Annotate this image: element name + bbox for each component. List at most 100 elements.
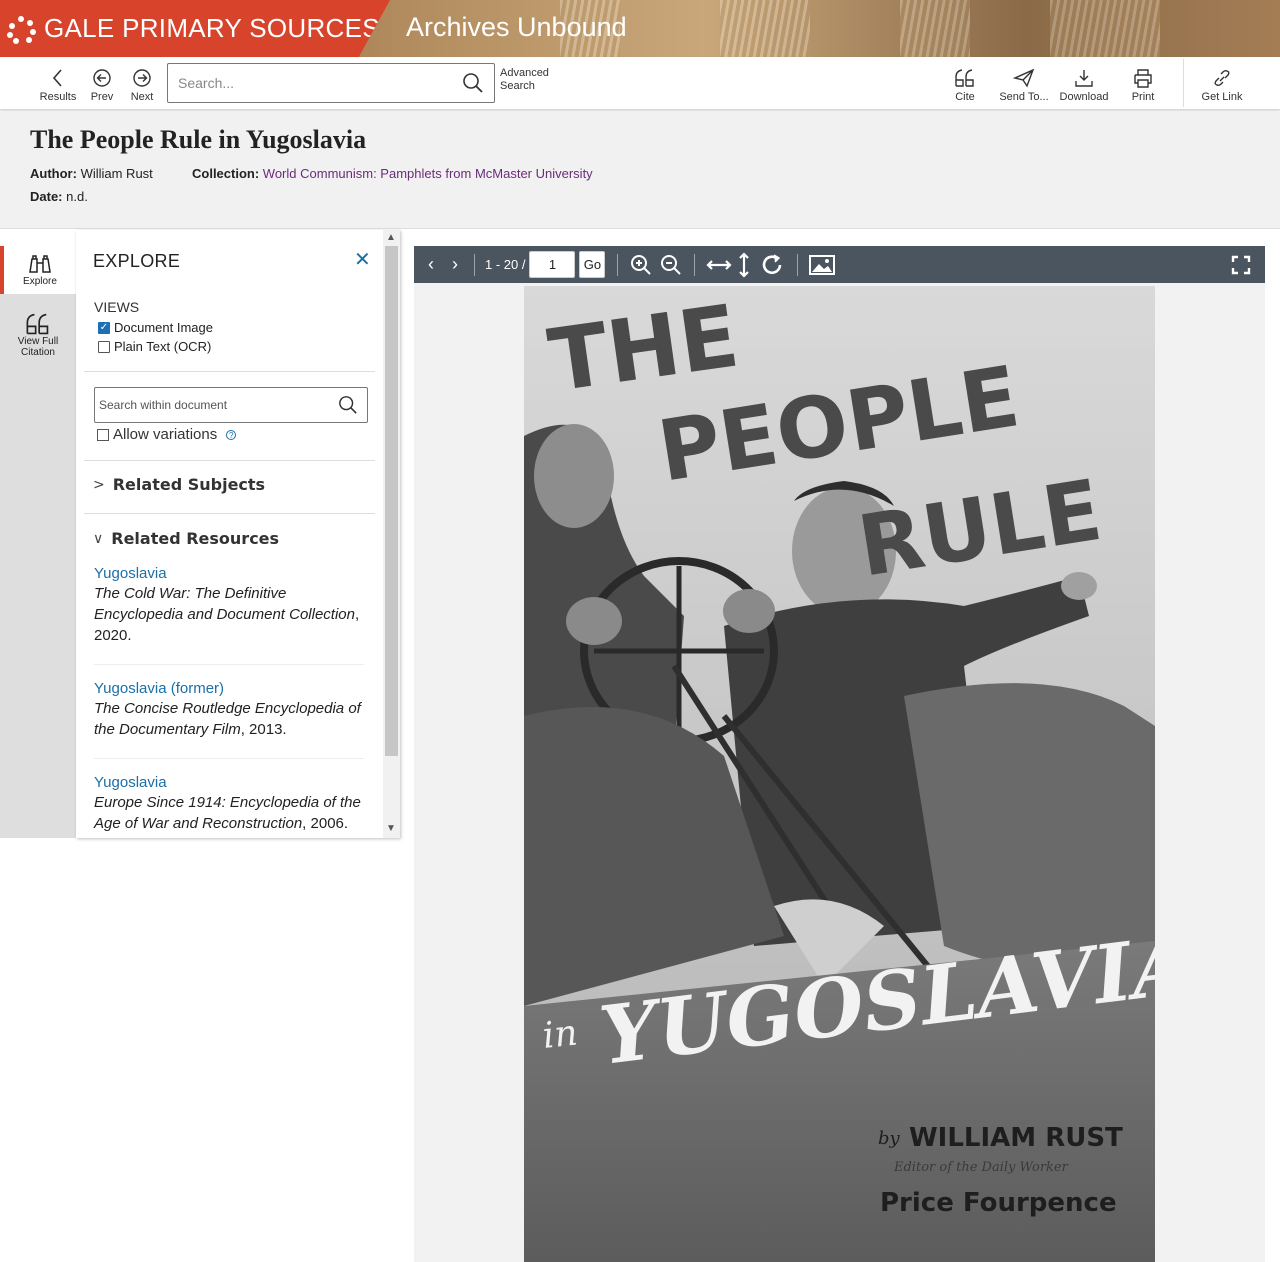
download-button[interactable]: Download — [1056, 57, 1112, 109]
chevron-right-icon: > — [93, 476, 105, 493]
rail-view-full-citation-label: View Full Citation — [17, 336, 59, 358]
link-icon — [1214, 69, 1230, 87]
search-box — [167, 63, 495, 103]
send-to-button[interactable]: Send To... — [996, 57, 1052, 109]
gale-logo-icon — [6, 14, 36, 44]
get-link-label: Get Link — [1201, 91, 1243, 103]
resource-citation: The Concise Routledge Encyclopedia of th… — [94, 698, 364, 740]
cover-by-word: by — [878, 1128, 901, 1149]
document-header: The People Rule in Yugoslavia Author: Wi… — [0, 111, 1280, 229]
banner-texture — [900, 0, 970, 57]
date-label: Date: — [30, 189, 63, 204]
circle-arrow-left-icon — [93, 69, 111, 87]
resource-title-link[interactable]: Yugoslavia — [94, 565, 167, 582]
related-resource-item: Yugoslavia Europe Since 1914: Encycloped… — [94, 774, 364, 834]
fit-width-icon[interactable] — [705, 254, 733, 276]
next-page-icon[interactable]: › — [446, 254, 464, 275]
resource-citation: The Cold War: The Definitive Encyclopedi… — [94, 583, 364, 646]
checkbox-checked-icon[interactable]: ✓ — [98, 321, 110, 334]
panel-scrollbar[interactable]: ▲ ▼ — [383, 230, 400, 838]
chevron-left-icon — [52, 69, 62, 87]
divider — [94, 664, 364, 665]
search-within-box — [94, 387, 368, 423]
divider — [84, 371, 375, 372]
cover-price: Price Fourpence — [880, 1188, 1117, 1218]
cover-author-note: Editor of the Daily Worker — [893, 1160, 1069, 1175]
document-image-label: Document Image — [114, 320, 213, 335]
fit-height-icon[interactable] — [737, 251, 751, 279]
resource-title-link[interactable]: Yugoslavia — [94, 774, 167, 791]
resource-year: , 2013. — [240, 721, 287, 738]
toolbar-separator — [474, 253, 475, 276]
collection-link[interactable]: World Communism: Pamphlets from McMaster… — [263, 166, 593, 181]
related-resources-toggle[interactable]: ∨ Related Resources — [93, 529, 279, 548]
plain-text-label: Plain Text (OCR) — [114, 339, 212, 354]
prev-label: Prev — [90, 91, 114, 103]
header-banner: GALE PRIMARY SOURCES Archives Unbound — [0, 0, 1280, 57]
rail-view-full-citation[interactable]: View Full Citation — [0, 304, 76, 366]
prev-page-icon[interactable]: ‹ — [422, 254, 440, 275]
allow-variations-option[interactable]: Allow variations ? — [97, 426, 237, 443]
zoom-in-icon[interactable] — [630, 254, 652, 276]
date-meta: Date: n.d. — [30, 189, 88, 204]
chevron-down-icon: ∨ — [93, 530, 104, 547]
document-image-option[interactable]: ✓ Document Image — [98, 320, 213, 335]
left-rail: Explore View Full Citation — [0, 246, 76, 838]
advanced-search-link[interactable]: Advanced Search — [500, 67, 560, 93]
related-resources-label: Related Resources — [111, 529, 280, 548]
prev-button[interactable]: Prev — [86, 57, 118, 109]
cover-author: WILLIAM RUST — [909, 1123, 1123, 1153]
search-icon[interactable] — [338, 395, 358, 415]
get-link-button[interactable]: Get Link — [1198, 57, 1246, 109]
send-icon — [1013, 68, 1035, 88]
quote-icon — [955, 69, 974, 87]
author-value: William Rust — [80, 166, 153, 181]
download-label: Download — [1059, 91, 1109, 103]
explore-heading: EXPLORE — [93, 251, 181, 271]
plain-text-option[interactable]: Plain Text (OCR) — [98, 339, 211, 354]
print-button[interactable]: Print — [1122, 57, 1164, 109]
page-number-input[interactable] — [529, 251, 576, 278]
page-range: 1 - 20 / — [485, 257, 526, 272]
date-value: n.d. — [66, 189, 88, 204]
checkbox-unchecked-icon[interactable] — [98, 340, 110, 353]
toolbar: Results Prev Next Advanced Search Cite S… — [0, 57, 1280, 110]
search-input[interactable] — [168, 64, 462, 102]
next-button[interactable]: Next — [126, 57, 158, 109]
download-icon — [1075, 70, 1093, 87]
scrollbar-thumb[interactable] — [385, 246, 398, 756]
cite-button[interactable]: Cite — [945, 57, 985, 109]
close-icon[interactable]: ✕ — [354, 247, 371, 272]
search-within-input[interactable] — [95, 398, 338, 412]
resource-title-link[interactable]: Yugoslavia (former) — [94, 680, 224, 697]
divider — [84, 460, 375, 461]
brand-name: GALE PRIMARY SOURCES — [44, 13, 380, 43]
rail-explore[interactable]: Explore — [0, 246, 76, 294]
zoom-out-icon[interactable] — [660, 254, 682, 276]
scroll-down-icon[interactable]: ▼ — [386, 823, 396, 834]
circle-arrow-right-icon — [133, 69, 151, 87]
toolbar-separator — [617, 253, 619, 276]
brand-link[interactable]: GALE PRIMARY SOURCES — [0, 0, 390, 57]
results-button[interactable]: Results — [36, 57, 80, 109]
document-title: The People Rule in Yugoslavia — [30, 125, 367, 154]
print-label: Print — [1131, 91, 1155, 103]
checkbox-unchecked-icon[interactable] — [97, 428, 109, 441]
quote-icon — [26, 313, 49, 335]
help-icon[interactable]: ? — [226, 429, 237, 440]
resource-source: The Concise Routledge Encyclopedia of th… — [94, 700, 361, 738]
allow-variations-label: Allow variations — [113, 426, 218, 443]
image-icon[interactable] — [808, 254, 836, 276]
scroll-up-icon[interactable]: ▲ — [386, 232, 396, 243]
fullscreen-icon[interactable] — [1231, 255, 1251, 275]
search-icon[interactable] — [462, 72, 484, 94]
author-label: Author: — [30, 166, 77, 181]
rotate-icon[interactable] — [759, 252, 785, 278]
toolbar-separator — [694, 253, 696, 276]
related-subjects-toggle[interactable]: > Related Subjects — [93, 475, 265, 494]
next-label: Next — [130, 91, 154, 103]
divider — [94, 758, 364, 759]
related-resource-item: Yugoslavia (former) The Concise Routledg… — [94, 680, 364, 740]
go-button[interactable]: Go — [579, 251, 606, 278]
binoculars-icon — [29, 254, 51, 273]
